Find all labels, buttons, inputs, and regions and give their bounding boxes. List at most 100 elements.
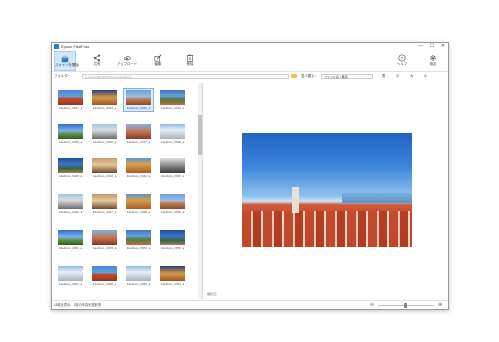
folder-path-input[interactable]: C:\Users\EPSON\Pictures\FastFoto [82,74,289,79]
thumbnail-tile[interactable]: FastFoto_0024_a [90,89,119,111]
view-mode-list[interactable]: 表 [382,72,385,81]
edit-label: 編集 [154,62,162,66]
thumbnail-image [58,158,83,173]
thumbnail-filename: FastFoto_0048_a [126,210,151,214]
thumbnail-tile[interactable]: FastFoto_0048_a [124,193,153,215]
thumbnail-filename: FastFoto_0057_a [58,282,83,286]
thumbnail-grid: FastFoto_0017_a FastFoto_0024_a FastFoto_0… [52,83,203,299]
thumbnail-filename: FastFoto_0050_a [160,210,185,214]
scrollbar-thumb[interactable] [198,115,202,155]
thumbnail-tile[interactable]: FastFoto_0054_a [124,229,153,251]
edit-button[interactable]: 編集 [147,51,169,71]
folder-icon[interactable] [291,74,297,78]
thumbnail-image [160,194,185,209]
thumbnail-filename: FastFoto_0055_a [160,246,185,250]
thumbnail-image [160,266,185,281]
thumbnail-tile[interactable]: FastFoto_0055_a [158,229,187,251]
minimize-button[interactable]: — [416,43,426,50]
delete-button[interactable]: 削除 [179,51,201,71]
help-button[interactable]: ? ヘルプ [391,51,413,71]
thumbnail-tile[interactable]: FastFoto_0046_a [56,193,85,215]
svg-text:?: ? [401,56,404,62]
thumbnail-filename: FastFoto_0036_a [92,140,117,144]
thumbnail-tile[interactable]: FastFoto_0045_a [158,157,187,179]
maximize-button[interactable]: ☐ [427,43,437,50]
thumbnail-tile[interactable]: FastFoto_0050_a [158,193,187,215]
thumbnail-tile[interactable]: FastFoto_0037_a [124,123,153,145]
toolbar: スキャンを開始 共有 アップロード 編集 削除 ? ヘルプ 設定 [52,51,448,72]
thumbnail-image [126,124,151,139]
path-bar: フォルダー C:\Users\EPSON\Pictures\FastFoto 並… [52,72,448,81]
zoom-in-icon[interactable]: ⊕ [438,302,442,309]
thumbnail-scrollbar[interactable] [198,83,202,299]
photo-tower [292,187,299,213]
scan-button[interactable]: スキャンを開始 [54,51,79,71]
window-title: Epson FastFoto [61,44,90,49]
thumbnail-tile[interactable]: FastFoto_0040_a [90,157,119,179]
thumbnail-tile[interactable]: FastFoto_0057_a [56,265,85,287]
thumbnail-image [92,90,117,105]
thumbnail-tile[interactable]: FastFoto_0058_a [90,265,119,287]
thumbnail-image [126,158,151,173]
folder-label: フォルダー [54,74,71,78]
thumbnail-filename: FastFoto_0017_a [58,106,83,110]
sort-label: 並べ替え： [301,74,318,78]
thumbnail-filename: FastFoto_0061_a [160,282,185,286]
thumbnail-image [58,266,83,281]
thumbnail-filename: FastFoto_0026_a [126,106,151,110]
thumbnail-tile[interactable]: FastFoto_0047_a [90,193,119,215]
thumbnail-filename: FastFoto_0038_a [160,140,185,144]
thumbnail-tile[interactable]: FastFoto_0060_a [124,265,153,287]
zoom-out-icon[interactable]: ⊖ [370,302,374,309]
thumbnail-filename: FastFoto_0052_a [58,246,83,250]
thumbnail-tile[interactable]: FastFoto_0017_a [56,89,85,111]
thumbnail-filename: FastFoto_0042_a [126,174,151,178]
status-text: 18枚を表示、1枚の写真を選択済 [54,303,101,307]
sort-select[interactable]: ファイル名 / 昇順 [321,74,373,79]
preview-pane: 撮影日： [203,83,448,299]
app-window: Epson FastFoto — ☐ ✕ スキャンを開始 共有 アップロード 編… [51,42,449,310]
app-logo-icon [54,44,59,49]
thumbnail-image [92,158,117,173]
scan-icon [61,55,69,63]
thumbnail-filename: FastFoto_0046_a [58,210,83,214]
close-button[interactable]: ✕ [438,43,448,50]
thumbnail-tile[interactable]: FastFoto_0036_a [90,123,119,145]
thumbnail-image [92,266,117,281]
share-label: 共有 [93,62,101,66]
thumbnail-image [58,124,83,139]
thumbnail-image [92,194,117,209]
thumbnail-tile[interactable]: FastFoto_0061_a [158,265,187,287]
settings-label: 設定 [429,62,437,66]
status-bar: 18枚を表示、1枚の写真を選択済 ⊖ ⊕ [52,300,448,309]
zoom-slider-knob[interactable] [404,303,407,308]
thumbnail-tile[interactable]: FastFoto_0031_a [158,89,187,111]
thumbnail-filename: FastFoto_0053_a [92,246,117,250]
thumbnail-image [58,230,83,245]
thumbnail-tile[interactable]: FastFoto_0035_a [56,123,85,145]
photo-sea [342,193,412,203]
edit-icon [154,54,162,62]
settings-button[interactable]: 設定 [422,51,444,71]
view-mode-small[interactable]: 小 [424,72,427,81]
share-icon [93,54,101,62]
share-button[interactable]: 共有 [86,51,108,71]
thumbnail-tile[interactable]: FastFoto_0053_a [90,229,119,251]
thumbnail-image [126,230,151,245]
thumbnail-image [126,90,151,105]
thumbnail-image [160,124,185,139]
thumbnail-tile[interactable]: FastFoto_0042_a [124,157,153,179]
upload-button[interactable]: アップロード [116,51,138,71]
thumbnail-image [92,124,117,139]
thumbnail-tile[interactable]: FastFoto_0026_a [123,88,154,112]
thumbnail-tile[interactable]: FastFoto_0052_a [56,229,85,251]
gear-icon [430,55,436,61]
view-mode-medium[interactable]: 中 [396,72,399,81]
view-mode-large[interactable]: 大 [410,72,413,81]
thumbnail-tile[interactable]: FastFoto_0038_a [158,123,187,145]
thumbnail-image [126,194,151,209]
photo-date-label: 撮影日： [207,292,220,296]
thumbnail-tile[interactable]: FastFoto_0039_a [56,157,85,179]
thumbnail-image [160,158,185,173]
thumbnail-filename: FastFoto_0037_a [126,140,151,144]
